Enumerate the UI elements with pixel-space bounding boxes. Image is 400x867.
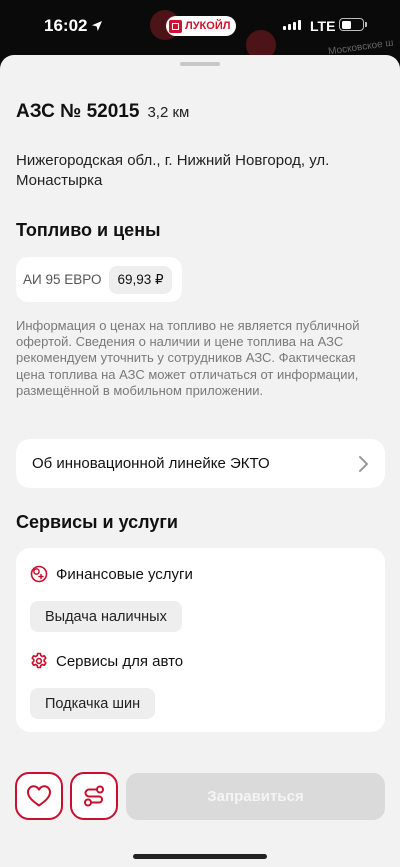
price-disclaimer: Информация о ценах на топливо не являетс… (16, 318, 360, 398)
fuel-name: АИ 95 ЕВРО (23, 272, 102, 287)
service-group-auto: Сервисы для авто (30, 652, 183, 670)
station-title-row: АЗС № 52015 3,2 км (16, 101, 189, 123)
service-group-title: Финансовые услуги (56, 565, 193, 583)
station-title: АЗС № 52015 (16, 101, 140, 122)
gear-icon (31, 652, 47, 669)
ekto-label: Об инновационной линейке ЭКТО (32, 455, 270, 472)
refuel-button[interactable]: Заправиться (126, 773, 385, 820)
station-detail-sheet: АЗС № 52015 3,2 км Нижегородская обл., г… (0, 55, 400, 867)
fuel-price: 69,93 ₽ (109, 265, 172, 294)
service-chip-cash[interactable]: Выдача наличных (30, 601, 182, 632)
services-section-title: Сервисы и услуги (16, 512, 178, 532)
fuel-price-card[interactable]: АИ 95 ЕВРО 69,93 ₽ (16, 257, 182, 302)
chevron-right-icon (359, 455, 368, 472)
location-arrow-icon (92, 21, 103, 31)
route-button[interactable] (70, 772, 118, 820)
services-card: Финансовые услуги Выдача наличных Сервис… (16, 548, 385, 732)
route-icon (84, 785, 104, 807)
clock-text: 16:02 (44, 16, 88, 35)
ekto-info-button[interactable]: Об инновационной линейке ЭКТО (16, 439, 385, 488)
finance-icon (30, 565, 48, 583)
service-group-finance: Финансовые услуги (30, 565, 193, 583)
status-bar: 16:02 ЛУКОЙЛ LTE (0, 0, 400, 54)
service-group-title: Сервисы для авто (56, 652, 184, 670)
sheet-grabber[interactable] (180, 62, 220, 66)
station-distance: 3,2 км (147, 104, 190, 121)
favorite-button[interactable] (15, 772, 63, 820)
fuel-section-title: Топливо и цены (16, 220, 161, 240)
battery-level (341, 20, 351, 29)
network-type: LTE (310, 18, 336, 34)
service-chip-tire-inflation[interactable]: Подкачка шин (30, 688, 156, 719)
battery-icon (339, 18, 367, 31)
cellular-signal-icon (283, 20, 301, 30)
lukoil-logo-icon (169, 19, 182, 33)
brand-name: ЛУКОЙЛ (185, 20, 231, 32)
status-time: 16:02 (44, 16, 103, 36)
heart-icon (27, 785, 51, 807)
station-address: Нижегородская обл., г. Нижний Новгород, … (16, 152, 330, 189)
brand-pill[interactable]: ЛУКОЙЛ (166, 16, 237, 36)
home-indicator (133, 854, 267, 859)
